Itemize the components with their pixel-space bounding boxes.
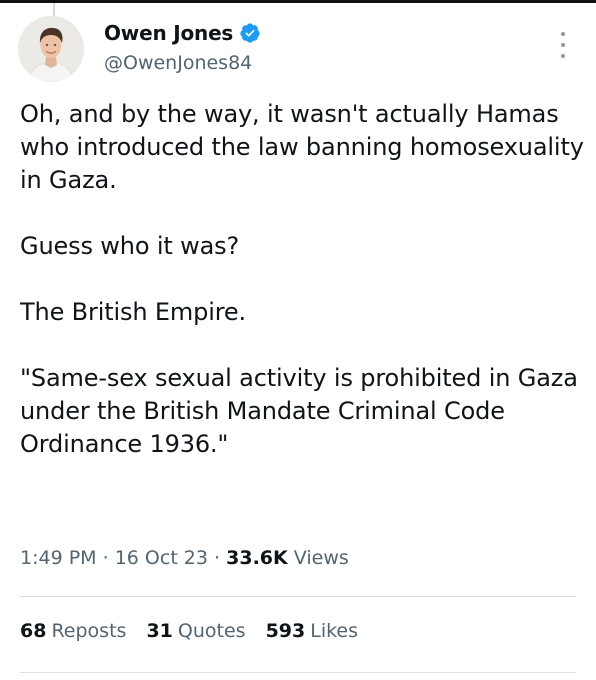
reposts-label: Reposts — [51, 620, 127, 642]
avatar-photo-icon — [18, 16, 84, 82]
more-options-dot — [561, 43, 565, 47]
tweet-paragraph: "Same-sex sexual activity is prohibited … — [20, 364, 578, 458]
more-options-dot — [561, 32, 565, 36]
tweet-time[interactable]: 1:49 PM — [20, 547, 97, 569]
tweet-text: Oh, and by the way, it wasn't actually H… — [20, 98, 585, 461]
top-border — [0, 0, 596, 3]
reposts-stat[interactable]: 68 Reposts — [20, 620, 126, 642]
divider — [20, 596, 576, 597]
tweet-paragraph: Guess who it was? — [20, 232, 240, 260]
quotes-stat[interactable]: 31 Quotes — [146, 620, 245, 642]
tweet-date[interactable]: 16 Oct 23 — [115, 547, 208, 569]
views-label: Views — [293, 547, 349, 569]
divider — [20, 672, 576, 673]
avatar[interactable] — [18, 16, 84, 82]
reposts-count: 68 — [20, 620, 47, 642]
tweet-paragraph: Oh, and by the way, it wasn't actually H… — [20, 100, 584, 194]
author-handle[interactable]: @OwenJones84 — [104, 52, 252, 74]
likes-stat[interactable]: 593 Likes — [266, 620, 358, 642]
meta-separator: · — [102, 547, 109, 569]
author-name-row: Owen Jones — [104, 20, 261, 46]
meta-separator: · — [214, 547, 221, 569]
more-options-icon[interactable] — [556, 32, 570, 58]
engagement-stats: 68 Reposts 31 Quotes 593 Likes — [20, 620, 358, 642]
quotes-count: 31 — [146, 620, 173, 642]
likes-count: 593 — [265, 620, 306, 642]
author-display-name[interactable]: Owen Jones — [104, 21, 233, 45]
views-count: 33.6K — [226, 547, 288, 569]
thread-connector-line — [53, 3, 55, 17]
more-options-dot — [561, 54, 565, 58]
tweet-paragraph: The British Empire. — [20, 298, 247, 326]
verified-badge-icon[interactable] — [239, 22, 261, 44]
likes-label: Likes — [310, 620, 359, 642]
quotes-label: Quotes — [177, 620, 246, 642]
tweet-meta: 1:49 PM · 16 Oct 23 · 33.6K Views — [20, 547, 349, 569]
